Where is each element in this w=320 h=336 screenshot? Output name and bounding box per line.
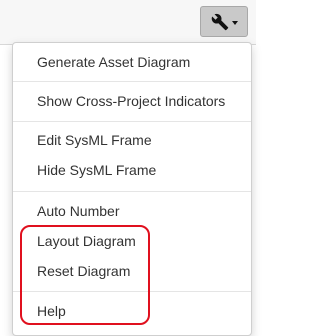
wrench-icon xyxy=(211,13,229,31)
menu-divider xyxy=(13,121,251,122)
tools-dropdown-button[interactable] xyxy=(200,6,248,37)
caret-down-icon xyxy=(231,20,238,25)
menu-item-reset-diagram[interactable]: Reset Diagram xyxy=(37,260,130,282)
menu-item-help[interactable]: Help xyxy=(37,300,66,322)
tools-dropdown-menu: Generate Asset Diagram Show Cross-Projec… xyxy=(12,42,252,336)
menu-item-auto-number[interactable]: Auto Number xyxy=(37,200,119,222)
page: Generate Asset Diagram Show Cross-Projec… xyxy=(0,0,256,336)
menu-item-edit-sysml-frame[interactable]: Edit SysML Frame xyxy=(37,129,152,151)
menu-divider xyxy=(13,291,251,292)
menu-divider xyxy=(13,81,251,82)
menu-divider xyxy=(13,191,251,192)
toolbar xyxy=(0,0,256,45)
menu-item-layout-diagram[interactable]: Layout Diagram xyxy=(37,230,136,252)
menu-item-show-cross-project-indicators[interactable]: Show Cross-Project Indicators xyxy=(37,90,225,112)
menu-item-hide-sysml-frame[interactable]: Hide SysML Frame xyxy=(37,159,156,181)
menu-item-generate-asset-diagram[interactable]: Generate Asset Diagram xyxy=(37,51,190,73)
